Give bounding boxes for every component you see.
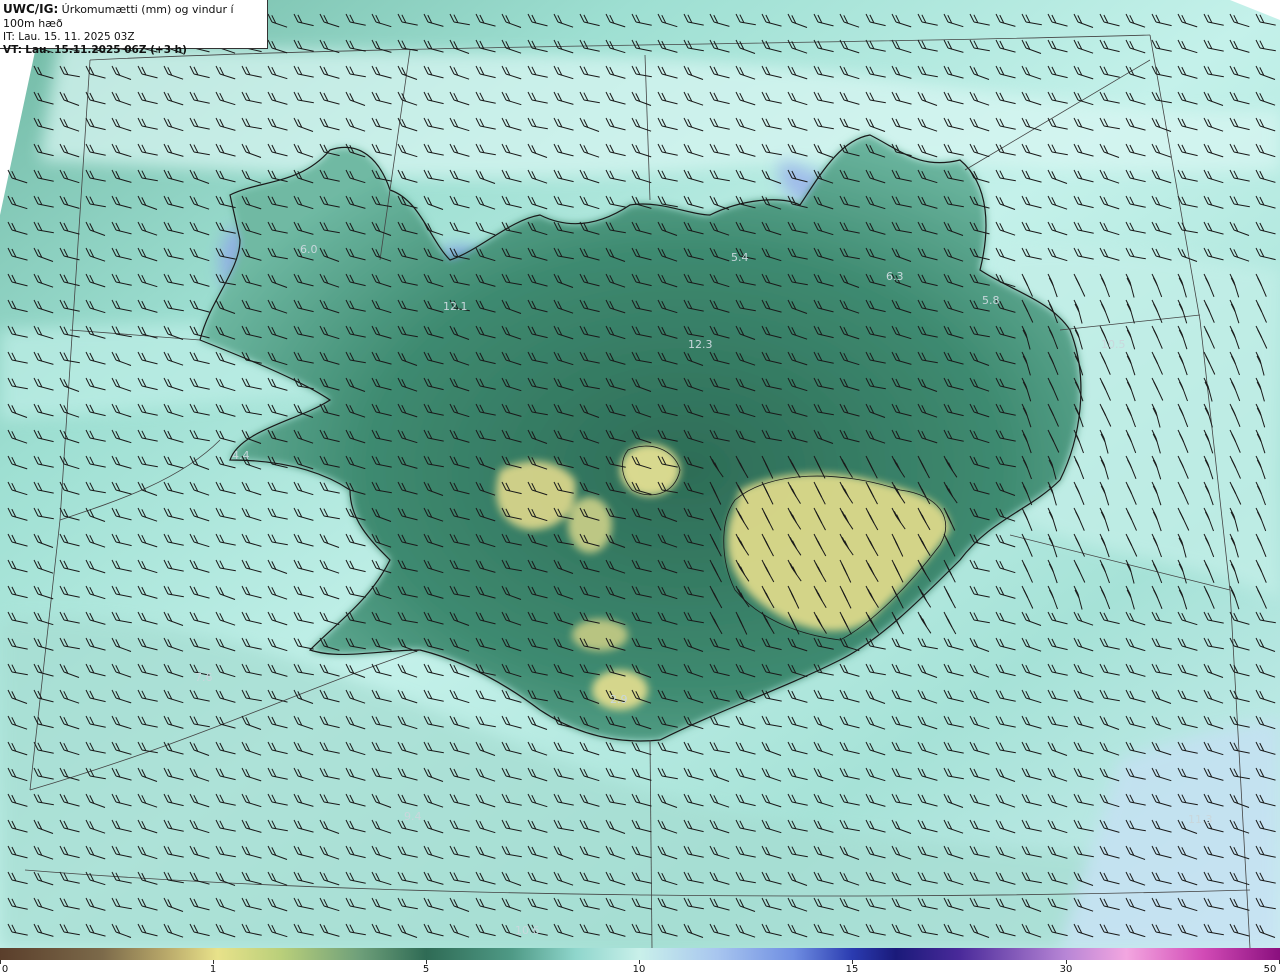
forecast-map: 6.0 12.1 5.4 6.3 5.8 10.5 12.3 4.4 7.6 2… [0, 0, 1280, 948]
